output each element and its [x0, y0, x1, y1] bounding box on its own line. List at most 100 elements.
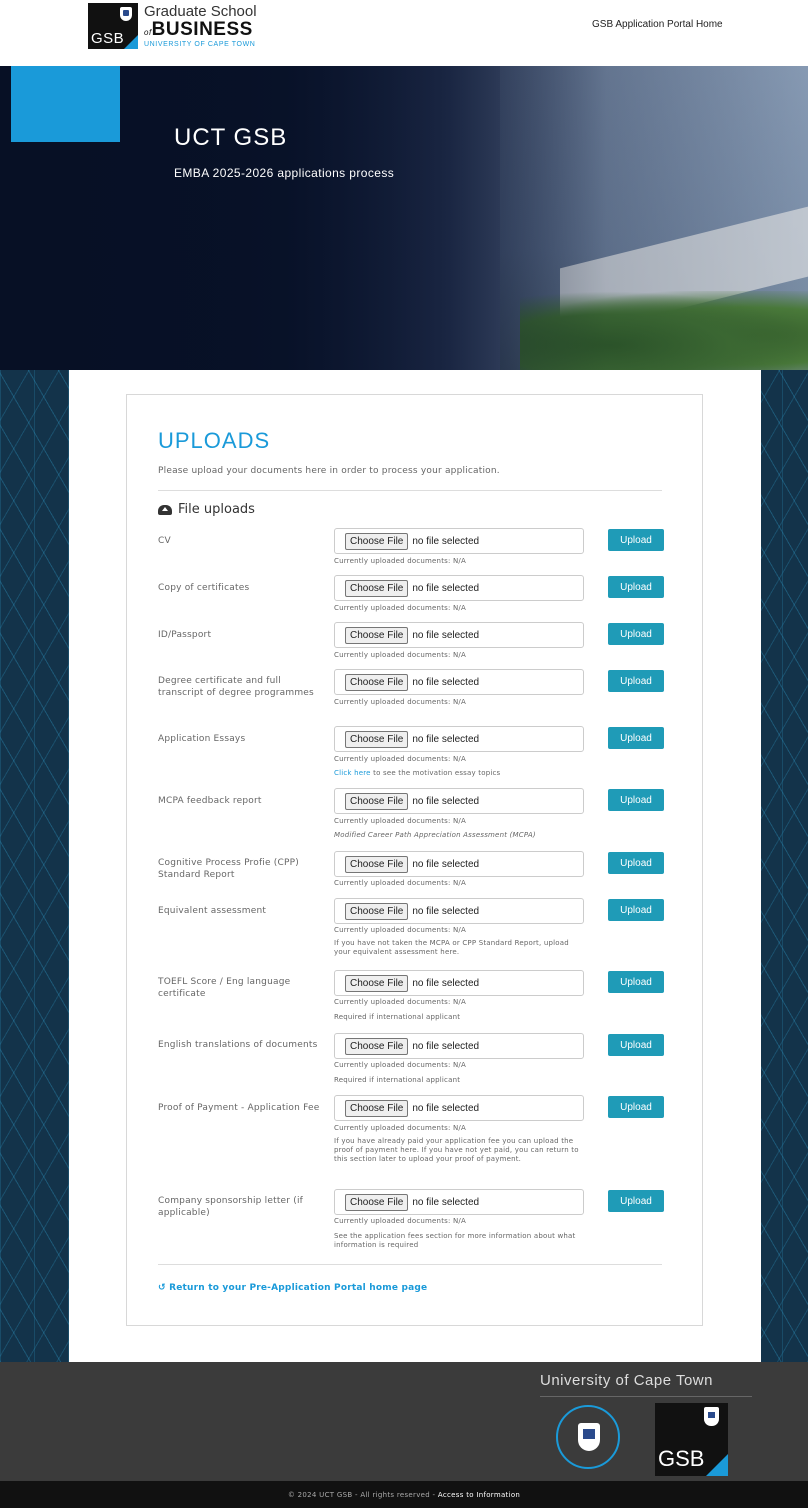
choose-file-button[interactable]: Choose File [345, 902, 409, 920]
current-docs-text: Currently uploaded documents: N/A [334, 755, 466, 763]
current-docs-text: Currently uploaded documents: N/A [334, 926, 466, 934]
file-input-cv[interactable]: Choose File no file selected [334, 528, 584, 554]
toefl-note: Required if international applicant [334, 1013, 461, 1021]
file-input-cpp[interactable]: Choose File no file selected [334, 851, 584, 877]
choose-file-button[interactable]: Choose File [345, 792, 409, 810]
no-file-text: no file selected [412, 535, 480, 547]
upload-button-id-passport[interactable]: Upload [608, 623, 664, 645]
copyright-text: © 2024 UCT GSB - All rights reserved - [287, 1490, 436, 1499]
gsb-crest-icon [704, 1407, 719, 1426]
hero-accent-block [11, 66, 120, 142]
choose-file-button[interactable]: Choose File [345, 974, 409, 992]
return-link-text: Return to your Pre-Application Portal ho… [169, 1283, 428, 1293]
no-file-text: no file selected [412, 582, 480, 594]
current-docs-text: Currently uploaded documents: N/A [334, 557, 466, 565]
uploads-title: UPLOADS [158, 428, 271, 453]
gsb-footer-logo[interactable]: GSB [655, 1403, 728, 1476]
file-uploads-heading: File uploads [158, 502, 255, 517]
upload-label-cpp: Cognitive Process Profie (CPP) Standard … [158, 858, 299, 880]
uct-crest-icon [120, 7, 132, 21]
choose-file-button[interactable]: Choose File [345, 855, 409, 873]
upload-button-cpp[interactable]: Upload [608, 852, 664, 874]
upload-label-sponsorship: Company sponsorship letter (if applicabl… [158, 1196, 304, 1218]
current-docs-text: Currently uploaded documents: N/A [334, 879, 466, 887]
upload-label-toefl: TOEFL Score / Eng language certificate [158, 977, 291, 999]
file-input-payment[interactable]: Choose File no file selected [334, 1095, 584, 1121]
logo-of: of [144, 28, 152, 37]
upload-button-degree[interactable]: Upload [608, 670, 664, 692]
no-file-text: no file selected [412, 629, 480, 641]
uct-shield-icon [578, 1423, 600, 1451]
choose-file-button[interactable]: Choose File [345, 579, 409, 597]
no-file-text: no file selected [412, 676, 480, 688]
logo-line1: Graduate School [144, 3, 257, 20]
divider [158, 1264, 662, 1265]
file-input-equivalent[interactable]: Choose File no file selected [334, 898, 584, 924]
file-input-toefl[interactable]: Choose File no file selected [334, 970, 584, 996]
divider [158, 490, 662, 491]
uct-seal-logo[interactable] [556, 1405, 620, 1469]
logo-text: Graduate School ofBUSINESS UNIVERSITY OF… [144, 3, 257, 48]
uploads-description: Please upload your documents here in ord… [158, 466, 500, 476]
upload-button-equivalent[interactable]: Upload [608, 899, 664, 921]
hero-subtitle: EMBA 2025-2026 applications process [174, 166, 395, 180]
current-docs-text: Currently uploaded documents: N/A [334, 604, 466, 612]
upload-label-id-passport: ID/Passport [158, 630, 212, 640]
file-input-certificates[interactable]: Choose File no file selected [334, 575, 584, 601]
upload-label-cv: CV [158, 536, 171, 546]
no-file-text: no file selected [412, 858, 480, 870]
upload-button-translations[interactable]: Upload [608, 1034, 664, 1056]
sponsorship-note: See the application fees section for mor… [334, 1232, 576, 1249]
mcpa-note: Modified Career Path Appreciation Assess… [334, 831, 536, 839]
choose-file-button[interactable]: Choose File [345, 730, 409, 748]
gsb-logo[interactable]: GSB Graduate School ofBUSINESS UNIVERSIT… [88, 3, 257, 49]
file-input-id-passport[interactable]: Choose File no file selected [334, 622, 584, 648]
upload-button-essays[interactable]: Upload [608, 727, 664, 749]
top-bar: GSB Graduate School ofBUSINESS UNIVERSIT… [0, 0, 808, 66]
choose-file-button[interactable]: Choose File [345, 532, 409, 550]
upload-label-mcpa: MCPA feedback report [158, 796, 262, 806]
return-link[interactable]: ↺ Return to your Pre-Application Portal … [158, 1283, 427, 1293]
upload-button-mcpa[interactable]: Upload [608, 789, 664, 811]
choose-file-button[interactable]: Choose File [345, 1037, 409, 1055]
no-file-text: no file selected [412, 905, 480, 917]
logo-gsb-text: GSB [91, 30, 125, 47]
upload-label-payment: Proof of Payment - Application Fee [158, 1103, 320, 1113]
copyright-bar: © 2024 UCT GSB - All rights reserved - A… [0, 1481, 808, 1508]
logo-line3: UNIVERSITY OF CAPE TOWN [144, 41, 256, 48]
current-docs-text: Currently uploaded documents: N/A [334, 1217, 466, 1225]
gsb-footer-text: GSB [658, 1446, 705, 1471]
choose-file-button[interactable]: Choose File [345, 626, 409, 644]
upload-button-toefl[interactable]: Upload [608, 971, 664, 993]
upload-button-certificates[interactable]: Upload [608, 576, 664, 598]
essay-topics-link[interactable]: Click here [334, 769, 371, 777]
no-file-text: no file selected [412, 795, 480, 807]
file-input-mcpa[interactable]: Choose File no file selected [334, 788, 584, 814]
file-input-degree[interactable]: Choose File no file selected [334, 669, 584, 695]
choose-file-button[interactable]: Choose File [345, 1193, 409, 1211]
upload-button-payment[interactable]: Upload [608, 1096, 664, 1118]
file-uploads-title: File uploads [178, 502, 255, 517]
file-input-translations[interactable]: Choose File no file selected [334, 1033, 584, 1059]
choose-file-button[interactable]: Choose File [345, 1099, 409, 1117]
file-input-sponsorship[interactable]: Choose File no file selected [334, 1189, 584, 1215]
current-docs-text: Currently uploaded documents: N/A [334, 651, 466, 659]
choose-file-button[interactable]: Choose File [345, 673, 409, 691]
file-input-essays[interactable]: Choose File no file selected [334, 726, 584, 752]
logo-triangle-icon [124, 35, 138, 49]
logo-business: BUSINESS [151, 19, 253, 40]
current-docs-text: Currently uploaded documents: N/A [334, 817, 466, 825]
upload-button-sponsorship[interactable]: Upload [608, 1190, 664, 1212]
no-file-text: no file selected [412, 733, 480, 745]
no-file-text: no file selected [412, 1196, 480, 1208]
translations-note: Required if international applicant [334, 1076, 461, 1084]
essay-topics-text: to see the motivation essay topics [373, 769, 501, 777]
access-to-information-link[interactable]: Access to Information [438, 1491, 520, 1499]
hero-banner [0, 66, 808, 370]
payment-note: If you have already paid your applicatio… [334, 1137, 579, 1163]
upload-button-cv[interactable]: Upload [608, 529, 664, 551]
no-file-text: no file selected [412, 977, 480, 989]
portal-home-link[interactable]: GSB Application Portal Home [592, 19, 723, 30]
gsb-logo-mark: GSB [88, 3, 138, 49]
footer-university: University of Cape Town [540, 1372, 713, 1389]
